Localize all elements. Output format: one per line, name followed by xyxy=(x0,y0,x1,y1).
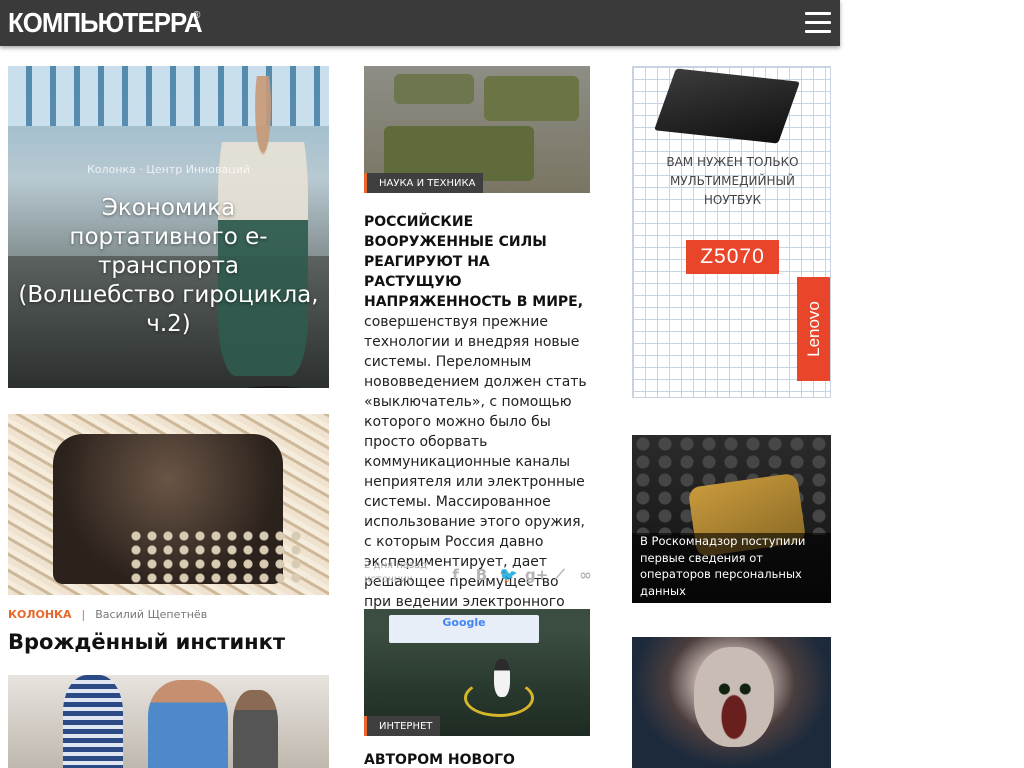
column-post-category[interactable]: Колонка xyxy=(8,608,72,621)
photo-rider xyxy=(494,659,510,697)
hamburger-menu-icon[interactable] xyxy=(805,12,831,34)
facebook-icon[interactable]: f xyxy=(447,565,464,585)
advertisement-banner[interactable]: Вам нужен только мультимедийный ноутбук … xyxy=(632,66,831,398)
main-article-meta: 2 дня назад источник xyxy=(364,559,427,587)
photo-person-3 xyxy=(233,690,278,768)
meta-separator: | xyxy=(81,608,86,621)
column-post-author[interactable]: Василий Щепетнёв xyxy=(95,608,207,621)
site-logo[interactable]: КОМПЬЮТЕРРА xyxy=(8,8,203,38)
photo-sign-text: Google xyxy=(442,616,486,629)
main-article-headline[interactable]: Российские вооруженные силы реагируют на… xyxy=(364,214,583,310)
ad-text-line: ноутбук xyxy=(703,193,762,207)
share-bar: f B 🐦 g+ ⟋ ∞ xyxy=(447,565,594,585)
link-icon[interactable]: ∞ xyxy=(577,565,594,585)
ad-text: Вам нужен только мультимедийный ноутбук xyxy=(633,153,830,210)
photo-person-2 xyxy=(148,680,228,768)
main-article-source[interactable]: источник xyxy=(364,573,427,587)
brand-text: Lenovo xyxy=(803,301,823,357)
photo-vehicle xyxy=(394,74,474,104)
photo-vehicle xyxy=(484,76,579,121)
column-post-meta: Колонка | Василий Щепетнёв xyxy=(8,608,207,621)
photo-person-1 xyxy=(63,675,123,768)
feature-card[interactable]: Колонка · Центр Инноваций Экономика порт… xyxy=(8,66,329,388)
ad-text-line: мультимедийный xyxy=(669,174,796,188)
feature-tags: Колонка · Центр Инноваций xyxy=(86,163,251,176)
zombie-face-photo xyxy=(694,647,774,747)
ad-text-line: Вам нужен только xyxy=(666,155,799,169)
second-article-category[interactable]: Интернет xyxy=(364,716,441,736)
exoskeleton-post-image[interactable] xyxy=(8,675,329,768)
typewriter-keys xyxy=(128,529,308,584)
side-news-card-2-image[interactable] xyxy=(632,637,831,768)
google-plus-icon[interactable]: g+ xyxy=(525,565,548,585)
side-news-card[interactable]: В Роскомнадзор поступили первые сведения… xyxy=(632,435,831,603)
column-post-title[interactable]: Врождённый инстинкт xyxy=(8,630,285,654)
main-article-time: 2 дня назад xyxy=(364,560,428,571)
main-article-image[interactable]: Наука и техника xyxy=(364,66,590,193)
registered-mark: ® xyxy=(193,10,201,21)
ad-model-badge: Z5070 xyxy=(686,240,779,274)
twitter-icon[interactable]: 🐦 xyxy=(499,565,518,585)
laptop-image xyxy=(654,68,800,144)
second-article-image[interactable]: Google Интернет xyxy=(364,609,590,736)
rss-icon[interactable]: ⟋ xyxy=(551,565,568,585)
second-article-headline[interactable]: Автором нового логотипа xyxy=(364,752,590,768)
vk-icon[interactable]: B xyxy=(473,565,490,585)
main-article-category[interactable]: Наука и техника xyxy=(364,173,484,193)
feature-title[interactable]: Экономика портативного е-транспорта (Вол… xyxy=(18,194,319,339)
site-header: КОМПЬЮТЕРРА ® xyxy=(0,0,840,46)
column-post-image[interactable] xyxy=(8,414,329,595)
side-news-caption[interactable]: В Роскомнадзор поступили первые сведения… xyxy=(632,533,831,603)
lenovo-logo: Lenovo xyxy=(797,277,830,381)
